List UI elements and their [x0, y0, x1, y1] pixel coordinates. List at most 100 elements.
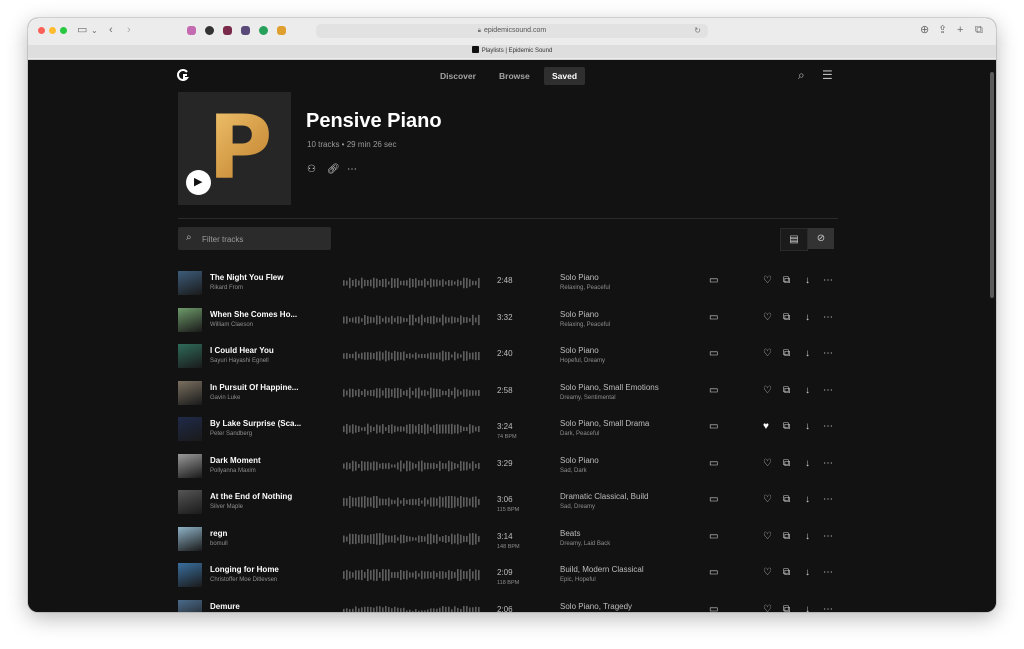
heart-icon[interactable]: ♡: [763, 567, 772, 579]
comment-icon[interactable]: ▭: [709, 494, 718, 506]
waveform[interactable]: [343, 423, 481, 435]
list-view-icon[interactable]: ▤: [780, 228, 808, 251]
chevron-down-icon[interactable]: ⌄: [91, 24, 98, 37]
extension-icon[interactable]: [205, 26, 214, 35]
more-icon[interactable]: ⋯: [823, 458, 833, 470]
track-moods[interactable]: Relaxing, Peaceful: [560, 322, 610, 328]
track-artist[interactable]: bomull: [210, 541, 228, 547]
forward-arrow-icon[interactable]: ›: [127, 24, 131, 37]
add-user-icon[interactable]: ⚇: [307, 164, 316, 175]
comment-icon[interactable]: ▭: [709, 531, 718, 543]
track-genre[interactable]: Solo Piano: [560, 346, 599, 355]
heart-icon[interactable]: ♡: [763, 385, 772, 397]
more-icon[interactable]: ⋯: [823, 494, 833, 506]
track-artist[interactable]: William Claeson: [210, 322, 253, 328]
more-icon[interactable]: ⋯: [823, 312, 833, 324]
track-row[interactable]: Demure 2:06 Solo Piano, Tragedy ▭ ♡ ⧉ ↓ ⋯: [178, 599, 838, 613]
heart-icon[interactable]: ♡: [763, 348, 772, 360]
track-row[interactable]: At the End of Nothing Silver Maple 3:06 115…: [178, 489, 838, 517]
track-row[interactable]: In Pursuit Of Happine... Gavin Luke 2:58 So…: [178, 380, 838, 408]
track-row[interactable]: regn bomull 3:14 148 BPM Beats Dreamy, Laid B…: [178, 526, 838, 554]
track-genre[interactable]: Build, Modern Classical: [560, 565, 644, 574]
track-row[interactable]: Dark Moment Pollyanna Maxim 3:29 Solo Piano…: [178, 453, 838, 481]
track-row[interactable]: By Lake Surprise (Sca... Peter Sandberg 3:…: [178, 416, 838, 444]
back-arrow-icon[interactable]: ‹: [109, 24, 113, 37]
nav-browse[interactable]: Browse: [499, 67, 530, 85]
minimize-window-button[interactable]: [49, 27, 56, 34]
download-icon[interactable]: ↓: [805, 421, 810, 433]
track-artist[interactable]: Rikard From: [210, 285, 243, 291]
track-moods[interactable]: Epic, Hopeful: [560, 577, 596, 583]
waveform[interactable]: [343, 277, 481, 289]
comment-icon[interactable]: ▭: [709, 275, 718, 287]
stems-icon[interactable]: ⧉: [783, 604, 790, 613]
heart-icon[interactable]: ♡: [763, 531, 772, 543]
download-icon[interactable]: ↓: [805, 275, 810, 287]
download-icon[interactable]: ↓: [805, 531, 810, 543]
track-artist[interactable]: Christoffer Moe Ditlevsen: [210, 577, 277, 583]
logo-icon[interactable]: [177, 69, 189, 81]
track-title[interactable]: By Lake Surprise (Sca...: [210, 419, 320, 428]
more-icon[interactable]: ⋯: [823, 385, 833, 397]
more-icon[interactable]: ⋯: [823, 348, 833, 360]
track-moods[interactable]: Relaxing, Peaceful: [560, 285, 610, 291]
download-icon[interactable]: ↓: [805, 458, 810, 470]
extension-icon[interactable]: [187, 26, 196, 35]
track-title[interactable]: When She Comes Ho...: [210, 310, 320, 319]
sidebar-toggle-icon[interactable]: ▭: [77, 24, 87, 37]
extension-icon[interactable]: [259, 26, 268, 35]
nav-discover[interactable]: Discover: [440, 67, 476, 85]
download-icon[interactable]: ↓: [805, 312, 810, 324]
track-artwork[interactable]: [178, 453, 202, 478]
comment-icon[interactable]: ▭: [709, 604, 718, 613]
tabs-overview-icon[interactable]: ⧉: [975, 24, 983, 37]
track-artwork[interactable]: [178, 563, 202, 587]
download-icon[interactable]: ↓: [805, 385, 810, 397]
track-genre[interactable]: Solo Piano: [560, 456, 599, 465]
menu-icon[interactable]: ☰: [822, 68, 833, 82]
track-moods[interactable]: Dreamy, Sentimental: [560, 395, 616, 401]
stems-icon[interactable]: ⧉: [783, 275, 790, 287]
more-icon[interactable]: ⋯: [823, 604, 833, 613]
heart-icon[interactable]: ♡: [763, 604, 772, 613]
track-artwork[interactable]: [178, 417, 202, 441]
track-artwork[interactable]: [178, 380, 202, 405]
stems-icon[interactable]: ⧉: [783, 494, 790, 506]
track-genre[interactable]: Solo Piano: [560, 310, 599, 319]
waveform[interactable]: [343, 314, 481, 326]
zoom-window-button[interactable]: [60, 27, 67, 34]
comment-icon[interactable]: ▭: [709, 385, 718, 397]
track-row[interactable]: When She Comes Ho... William Claeson 3:32 S…: [178, 307, 838, 335]
search-icon[interactable]: ⌕: [798, 68, 805, 83]
track-artist[interactable]: Gavin Luke: [210, 395, 240, 401]
comment-icon[interactable]: ▭: [709, 458, 718, 470]
track-genre[interactable]: Dramatic Classical, Build: [560, 492, 648, 501]
track-artist[interactable]: Sayuri Hayashi Egnell: [210, 358, 269, 364]
track-artwork[interactable]: [178, 344, 202, 368]
stems-icon[interactable]: ⧉: [783, 421, 790, 433]
more-icon[interactable]: ⋯: [823, 421, 833, 433]
waveform[interactable]: [343, 532, 481, 545]
track-title[interactable]: Dark Moment: [210, 456, 320, 465]
track-artist[interactable]: Silver Maple: [210, 504, 243, 510]
track-title[interactable]: regn: [210, 529, 320, 538]
link-icon[interactable]: 🔗︎: [327, 164, 340, 175]
more-icon[interactable]: ⋯: [823, 275, 833, 287]
stems-icon[interactable]: ⧉: [783, 458, 790, 470]
track-artwork[interactable]: [178, 307, 202, 332]
heart-icon[interactable]: ♡: [763, 458, 772, 470]
track-genre[interactable]: Solo Piano: [560, 273, 599, 282]
reload-icon[interactable]: ↻: [694, 24, 701, 38]
track-moods[interactable]: Sad, Dark: [560, 468, 587, 474]
filter-tracks-input[interactable]: [200, 231, 324, 247]
share-icon[interactable]: ⇪: [938, 24, 947, 37]
track-artwork[interactable]: [178, 490, 202, 514]
waveform[interactable]: [343, 569, 481, 581]
track-row[interactable]: The Night You Flew Rikard From 2:48 Solo Pi…: [178, 270, 838, 298]
more-icon[interactable]: ⋯: [823, 567, 833, 579]
track-genre[interactable]: Beats: [560, 529, 580, 538]
heart-icon[interactable]: ♥: [763, 421, 769, 433]
track-title[interactable]: The Night You Flew: [210, 273, 320, 282]
download-icon[interactable]: ⊕: [920, 24, 929, 37]
track-moods[interactable]: Hopeful, Dreamy: [560, 358, 605, 364]
